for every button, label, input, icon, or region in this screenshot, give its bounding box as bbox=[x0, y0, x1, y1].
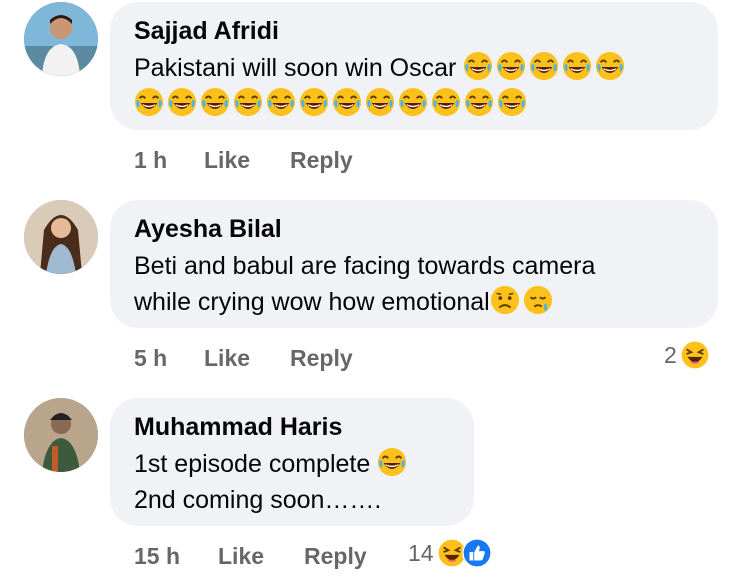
laughing-tears-icon bbox=[463, 51, 493, 81]
timestamp[interactable]: 5 h bbox=[134, 345, 204, 372]
reaction-summary[interactable]: 14 bbox=[408, 538, 492, 568]
reply-button[interactable]: Reply bbox=[290, 147, 353, 174]
avatar[interactable] bbox=[24, 398, 98, 472]
commenter-name[interactable]: Sajjad Afridi bbox=[134, 16, 696, 46]
commenter-name[interactable]: Muhammad Haris bbox=[134, 412, 452, 442]
emoji-line bbox=[134, 86, 696, 122]
comment-text-line: while crying wow how emotional bbox=[134, 288, 490, 316]
comment-actions: 5 h Like Reply bbox=[134, 345, 353, 372]
laughing-tears-icon bbox=[167, 87, 197, 117]
timestamp[interactable]: 15 h bbox=[134, 543, 218, 570]
laughing-tears-icon bbox=[497, 87, 527, 117]
laughing-tears-icon bbox=[266, 87, 296, 117]
comment-bubble: Muhammad Haris 1st episode complete 2nd … bbox=[110, 398, 474, 526]
laughing-tears-icon bbox=[200, 87, 230, 117]
laughing-tears-icon bbox=[496, 51, 526, 81]
reaction-summary[interactable]: 2 bbox=[664, 340, 710, 370]
comment-actions: 1 h Like Reply bbox=[134, 147, 353, 174]
laughing-tears-icon bbox=[365, 87, 395, 117]
laughing-tears-icon bbox=[233, 87, 263, 117]
reply-button[interactable]: Reply bbox=[290, 345, 353, 372]
reaction-count: 2 bbox=[664, 341, 677, 368]
laughing-tears-icon bbox=[377, 447, 407, 477]
avatar[interactable] bbox=[24, 2, 98, 76]
comment-bubble: Ayesha Bilal Beti and babul are facing t… bbox=[110, 200, 718, 328]
comment-text-line: 1st episode complete bbox=[134, 450, 371, 478]
emoji-group bbox=[463, 54, 628, 82]
laughing-tears-icon bbox=[398, 87, 428, 117]
timestamp[interactable]: 1 h bbox=[134, 147, 204, 174]
like-icon bbox=[462, 538, 492, 568]
crying-sleepy-icon bbox=[523, 285, 553, 315]
comment-text-line: 2nd coming soon……. bbox=[134, 486, 382, 514]
comment-text: Pakistani will soon win Oscar bbox=[134, 50, 696, 122]
comment-text-line-wrap: 1st episode complete bbox=[134, 446, 452, 482]
reaction-count: 14 bbox=[408, 539, 434, 566]
comment-bubble: Sajjad Afridi Pakistani will soon win Os… bbox=[110, 2, 718, 130]
comment-actions: 15 h Like Reply bbox=[134, 543, 408, 570]
avatar[interactable] bbox=[24, 200, 98, 274]
comment-text-line-wrap: while crying wow how emotional bbox=[134, 284, 696, 320]
laughing-tears-icon bbox=[332, 87, 362, 117]
comment-text: Beti and babul are facing towards camera… bbox=[134, 248, 696, 320]
like-button[interactable]: Like bbox=[204, 345, 290, 372]
laughing-tears-icon bbox=[134, 87, 164, 117]
comment-text: 1st episode complete 2nd coming soon……. bbox=[134, 446, 452, 518]
laughing-tears-icon bbox=[562, 51, 592, 81]
laughing-tears-icon bbox=[529, 51, 559, 81]
commenter-name[interactable]: Ayesha Bilal bbox=[134, 214, 696, 244]
laughing-tears-icon bbox=[464, 87, 494, 117]
sad-face-icon bbox=[490, 285, 520, 315]
laughing-tears-icon bbox=[431, 87, 461, 117]
like-button[interactable]: Like bbox=[204, 147, 290, 174]
comment-text-line: Pakistani will soon win Oscar bbox=[134, 54, 457, 82]
comment-text-line: Beti and babul are facing towards camera bbox=[134, 252, 596, 280]
reply-button[interactable]: Reply bbox=[304, 543, 408, 570]
laughing-tears-icon bbox=[299, 87, 329, 117]
like-button[interactable]: Like bbox=[218, 543, 304, 570]
haha-icon bbox=[680, 340, 710, 370]
laughing-tears-icon bbox=[595, 51, 625, 81]
